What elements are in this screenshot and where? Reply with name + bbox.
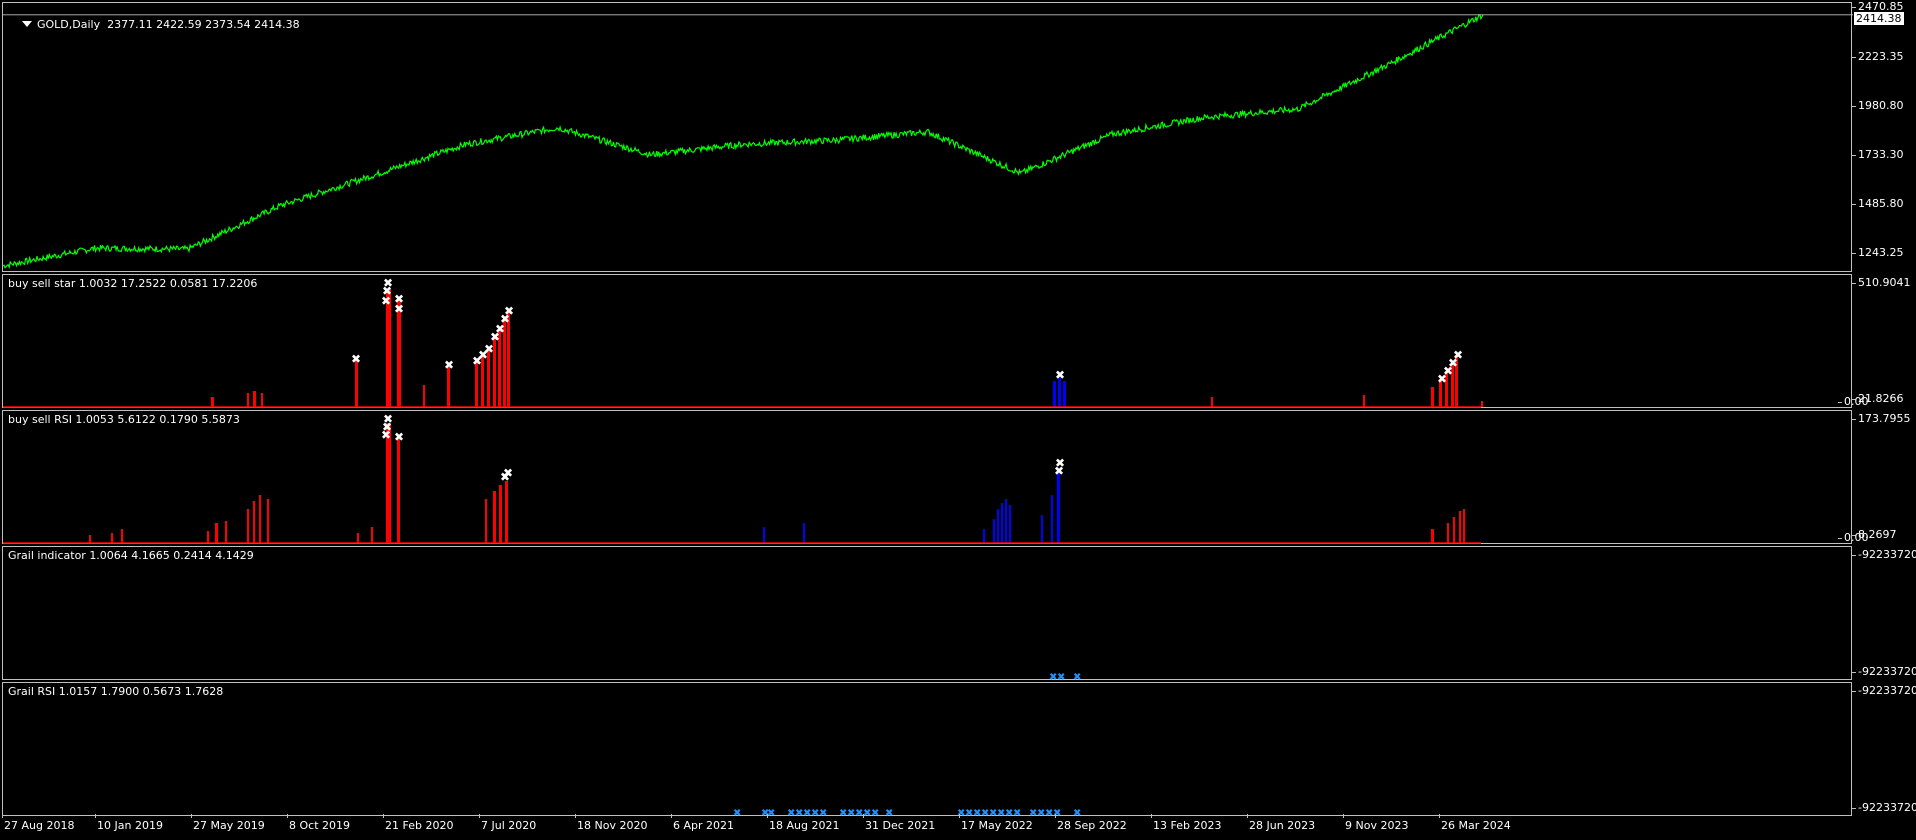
svg-text:✖: ✖ (1013, 808, 1021, 817)
time-tick: 28 Sep 2022 (1055, 814, 1127, 832)
svg-text:✖: ✖ (1073, 672, 1081, 681)
indicator-scale[interactable]: -92233720 -92233720 (1852, 546, 1916, 680)
svg-text:✖: ✖ (484, 342, 494, 356)
buy-sell-rsi-histogram: ✖✖✖ ✖ ✖✖ ✖✖ (3, 412, 1481, 544)
svg-text:✖: ✖ (871, 808, 879, 817)
price-scale[interactable]: 2470.85 2223.35 1980.80 1733.30 1485.80 … (1852, 0, 1916, 272)
time-tick: 18 Nov 2020 (574, 814, 648, 832)
time-tick: 28 Jun 2023 (1246, 814, 1316, 832)
indicator-scale[interactable]: 173.7955 8.2697 0.00 (1838, 410, 1916, 544)
svg-text:✖: ✖ (767, 808, 775, 817)
time-tick: 21 Feb 2020 (382, 814, 454, 832)
time-tick: 8 Oct 2019 (286, 814, 351, 832)
current-price-label: 2414.38 (1854, 12, 1904, 25)
svg-text:✖: ✖ (394, 430, 404, 444)
svg-text:✖: ✖ (1055, 368, 1065, 382)
price-tick: 1733.30 (1852, 148, 1904, 161)
grail-rsi-markers: ✖ ✖✖ ✖ ✖ ✖ ✖ ✖ ✖ ✖ ✖ ✖ ✖ ✖ ✖ ✖ ✖ ✖ ✖ ✖ ✖ ✖ ✖ ✖ ✖ ✖ ✖ (733, 808, 1081, 817)
indicator-pane-grail-rsi[interactable]: Grail RSI 1.0157 1.7900 0.5673 1.7628 ✖ … (2, 682, 1852, 817)
scale-tick: -92233720 (1852, 548, 1916, 561)
indicator-pane-grail-indicator[interactable]: Grail indicator 1.0064 4.1665 0.2414 4.1… (2, 546, 1852, 681)
time-tick: 10 Jan 2019 (95, 814, 163, 832)
time-tick: 17 May 2022 (959, 814, 1033, 832)
price-tick: 1243.25 (1852, 246, 1904, 259)
scale-tick: 173.7955 (1852, 412, 1911, 425)
svg-text:✖: ✖ (819, 808, 827, 817)
price-chart-pane[interactable]: GOLD,Daily 2377.11 2422.59 2373.54 2414.… (2, 2, 1853, 272)
scale-tick: -92233720 (1852, 801, 1916, 814)
time-tick: 31 Dec 2021 (862, 814, 936, 832)
buy-sell-star-histogram: ✖✖✖✖ ✖✖✖ ✖✖✖✖ ✖✖✖ ✖ ✖✖ ✖✖ (3, 276, 1483, 408)
grail-indicator-markers: ✖ ✖ ✖ (1049, 672, 1081, 681)
scale-tick: 0.00 (1838, 531, 1869, 544)
indicator-pane-buy-sell-rsi[interactable]: buy sell RSI 1.0053 5.6122 0.1790 5.5873… (2, 410, 1852, 544)
time-tick: 18 Aug 2021 (766, 814, 840, 832)
svg-text:✖: ✖ (733, 808, 741, 817)
scale-tick: 510.9041 (1852, 276, 1911, 289)
time-tick: 9 Nov 2023 (1342, 814, 1409, 832)
time-tick: 27 Aug 2018 (1, 814, 75, 832)
price-tick: 2223.35 (1852, 50, 1904, 63)
svg-text:✖: ✖ (504, 304, 514, 318)
scale-tick: 0.00 (1838, 395, 1869, 408)
indicator-scale[interactable]: -92233720 -92233720 (1852, 682, 1916, 816)
time-tick: 7 Jul 2020 (478, 814, 537, 832)
price-tick: 1980.80 (1852, 99, 1904, 112)
price-line-chart (3, 13, 1853, 270)
svg-text:✖: ✖ (1073, 808, 1081, 817)
svg-text:✖: ✖ (1055, 456, 1065, 470)
svg-text:✖: ✖ (394, 302, 404, 316)
svg-text:✖: ✖ (503, 466, 513, 480)
svg-text:✖: ✖ (381, 428, 391, 442)
time-tick: 13 Feb 2023 (1150, 814, 1222, 832)
price-tick: 1485.80 (1852, 197, 1904, 210)
svg-text:✖: ✖ (381, 294, 391, 308)
scale-tick: -92233720 (1852, 665, 1916, 678)
indicator-pane-buy-sell-star[interactable]: buy sell star 1.0032 17.2522 0.0581 17.2… (2, 274, 1852, 408)
time-tick: 26 Mar 2024 (1439, 814, 1511, 832)
time-tick: 27 May 2019 (191, 814, 265, 832)
indicator-scale[interactable]: 510.9041 21.8266 0.00 (1838, 274, 1916, 408)
scale-tick: -92233720 (1852, 684, 1916, 697)
time-tick: 6 Apr 2021 (670, 814, 735, 832)
svg-text:✖: ✖ (351, 352, 361, 366)
svg-text:✖: ✖ (885, 808, 893, 817)
svg-text:✖: ✖ (444, 358, 454, 372)
svg-text:✖: ✖ (1057, 672, 1065, 681)
price-series-line (3, 13, 1484, 270)
svg-text:✖: ✖ (1453, 348, 1463, 362)
